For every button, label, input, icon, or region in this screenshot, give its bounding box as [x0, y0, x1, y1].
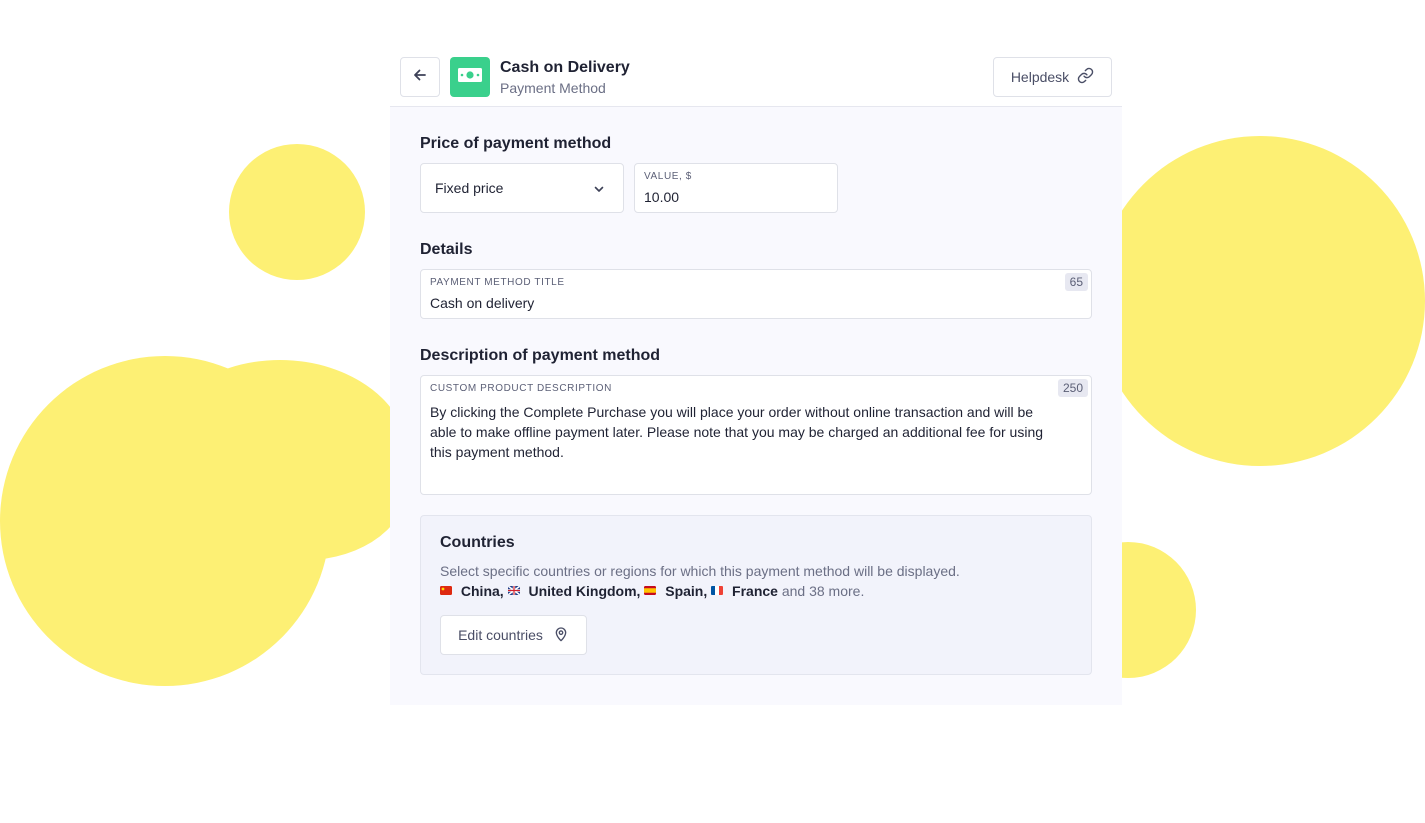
price-type-select[interactable]: Fixed price	[420, 163, 624, 213]
country-name: France	[732, 583, 778, 599]
price-value-label: Value, $	[644, 171, 692, 182]
details-section-title: Details	[420, 241, 473, 258]
character-counter: 65	[1064, 273, 1088, 291]
helpdesk-button[interactable]: Helpdesk	[993, 57, 1112, 97]
description-label: Custom product description	[430, 383, 612, 394]
back-button[interactable]	[400, 57, 440, 97]
description-textarea[interactable]: By clicking the Complete Purchase you wi…	[430, 402, 1060, 462]
flag-spain-icon	[644, 583, 665, 599]
payment-method-title-label: Payment method title	[430, 277, 565, 288]
payment-method-panel: Cash on Delivery Payment Method Helpdesk…	[390, 40, 1122, 705]
map-pin-icon	[553, 625, 569, 646]
country-name: United Kingdom,	[528, 583, 641, 599]
decorative-blob	[150, 360, 410, 560]
helpdesk-label: Helpdesk	[1010, 69, 1070, 85]
edit-countries-label: Edit countries	[458, 627, 543, 643]
edit-countries-button[interactable]: Edit countries	[440, 615, 587, 655]
countries-card: Countries Select specific countries or r…	[420, 515, 1092, 675]
character-counter: 250	[1057, 379, 1088, 397]
price-type-value: Fixed price	[435, 180, 504, 196]
description-section-title: Description of payment method	[420, 347, 661, 364]
page-subtitle: Payment Method	[500, 80, 606, 96]
price-value-field[interactable]: Value, $ 10.00	[634, 163, 838, 213]
more-countries-text: and 38 more.	[781, 583, 865, 599]
country-name: Spain,	[665, 583, 708, 599]
title-block: Cash on Delivery Payment Method	[500, 59, 630, 98]
app-icon	[450, 57, 490, 97]
decorative-blob	[229, 144, 365, 280]
selected-countries: China, United Kingdom, Spain, France and…	[440, 583, 864, 599]
price-section-title: Price of payment method	[420, 135, 612, 152]
arrow-left-icon	[412, 67, 428, 88]
countries-help-text: Select specific countries or regions for…	[440, 563, 960, 579]
price-value-input[interactable]: 10.00	[644, 189, 679, 205]
description-field[interactable]: Custom product description By clicking t…	[420, 375, 1092, 495]
page-title: Cash on Delivery	[500, 59, 630, 76]
chevron-down-icon	[593, 182, 605, 200]
decorative-blob	[1095, 136, 1425, 466]
payment-method-title-input[interactable]: Cash on delivery	[430, 295, 534, 311]
countries-title: Countries	[440, 534, 515, 551]
flag-china-icon	[440, 583, 461, 599]
link-icon	[1077, 67, 1094, 87]
flag-france-icon	[711, 583, 732, 599]
country-name: China,	[460, 583, 504, 599]
flag-uk-icon	[507, 583, 529, 599]
payment-method-title-field[interactable]: Payment method title Cash on delivery 65	[420, 269, 1092, 319]
panel-header: Cash on Delivery Payment Method Helpdesk	[390, 40, 1122, 107]
banknote-icon	[457, 66, 483, 89]
